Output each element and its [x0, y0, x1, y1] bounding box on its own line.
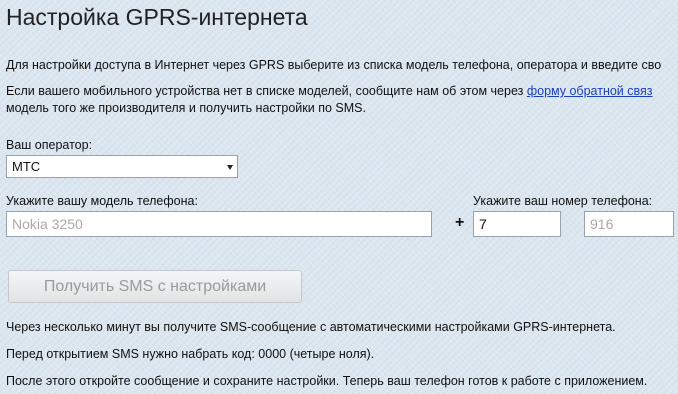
- missing-device-text-line2: модель того же производителя и получить …: [6, 101, 366, 115]
- phone-label: Укажите ваш номер телефона:: [473, 194, 653, 208]
- area-code-input[interactable]: 916: [584, 211, 674, 237]
- model-label: Укажите вашу модель телефона:: [6, 194, 198, 208]
- phone-plus-sign: +: [455, 214, 465, 231]
- missing-device-text: Если вашего мобильного устройства нет в …: [6, 84, 653, 98]
- note-line-3: После этого откройте сообщение и сохрани…: [6, 374, 648, 388]
- dropdown-arrow-icon: [227, 165, 233, 170]
- intro-text: Для настройки доступа в Интернет через G…: [6, 58, 662, 72]
- operator-label: Ваш оператор:: [6, 138, 93, 152]
- operator-selected-value: МТС: [12, 159, 41, 174]
- note-line-1: Через несколько минут вы получите SMS-со…: [6, 320, 616, 334]
- model-input[interactable]: Nokia 3250: [6, 211, 432, 237]
- area-code-placeholder: 916: [590, 216, 614, 232]
- country-code-input[interactable]: 7: [473, 211, 561, 237]
- feedback-form-link[interactable]: форму обратной связ: [527, 84, 653, 98]
- note-line-2: Перед открытием SMS нужно набрать код: 0…: [6, 347, 375, 361]
- page-title: Настройка GPRS-интернета: [6, 4, 308, 30]
- model-input-placeholder: Nokia 3250: [12, 216, 83, 232]
- operator-select[interactable]: МТС: [6, 155, 238, 178]
- missing-device-prefix: Если вашего мобильного устройства нет в …: [6, 84, 527, 98]
- get-sms-settings-button[interactable]: Получить SMS с настройками: [8, 270, 302, 303]
- country-code-value: 7: [479, 216, 487, 232]
